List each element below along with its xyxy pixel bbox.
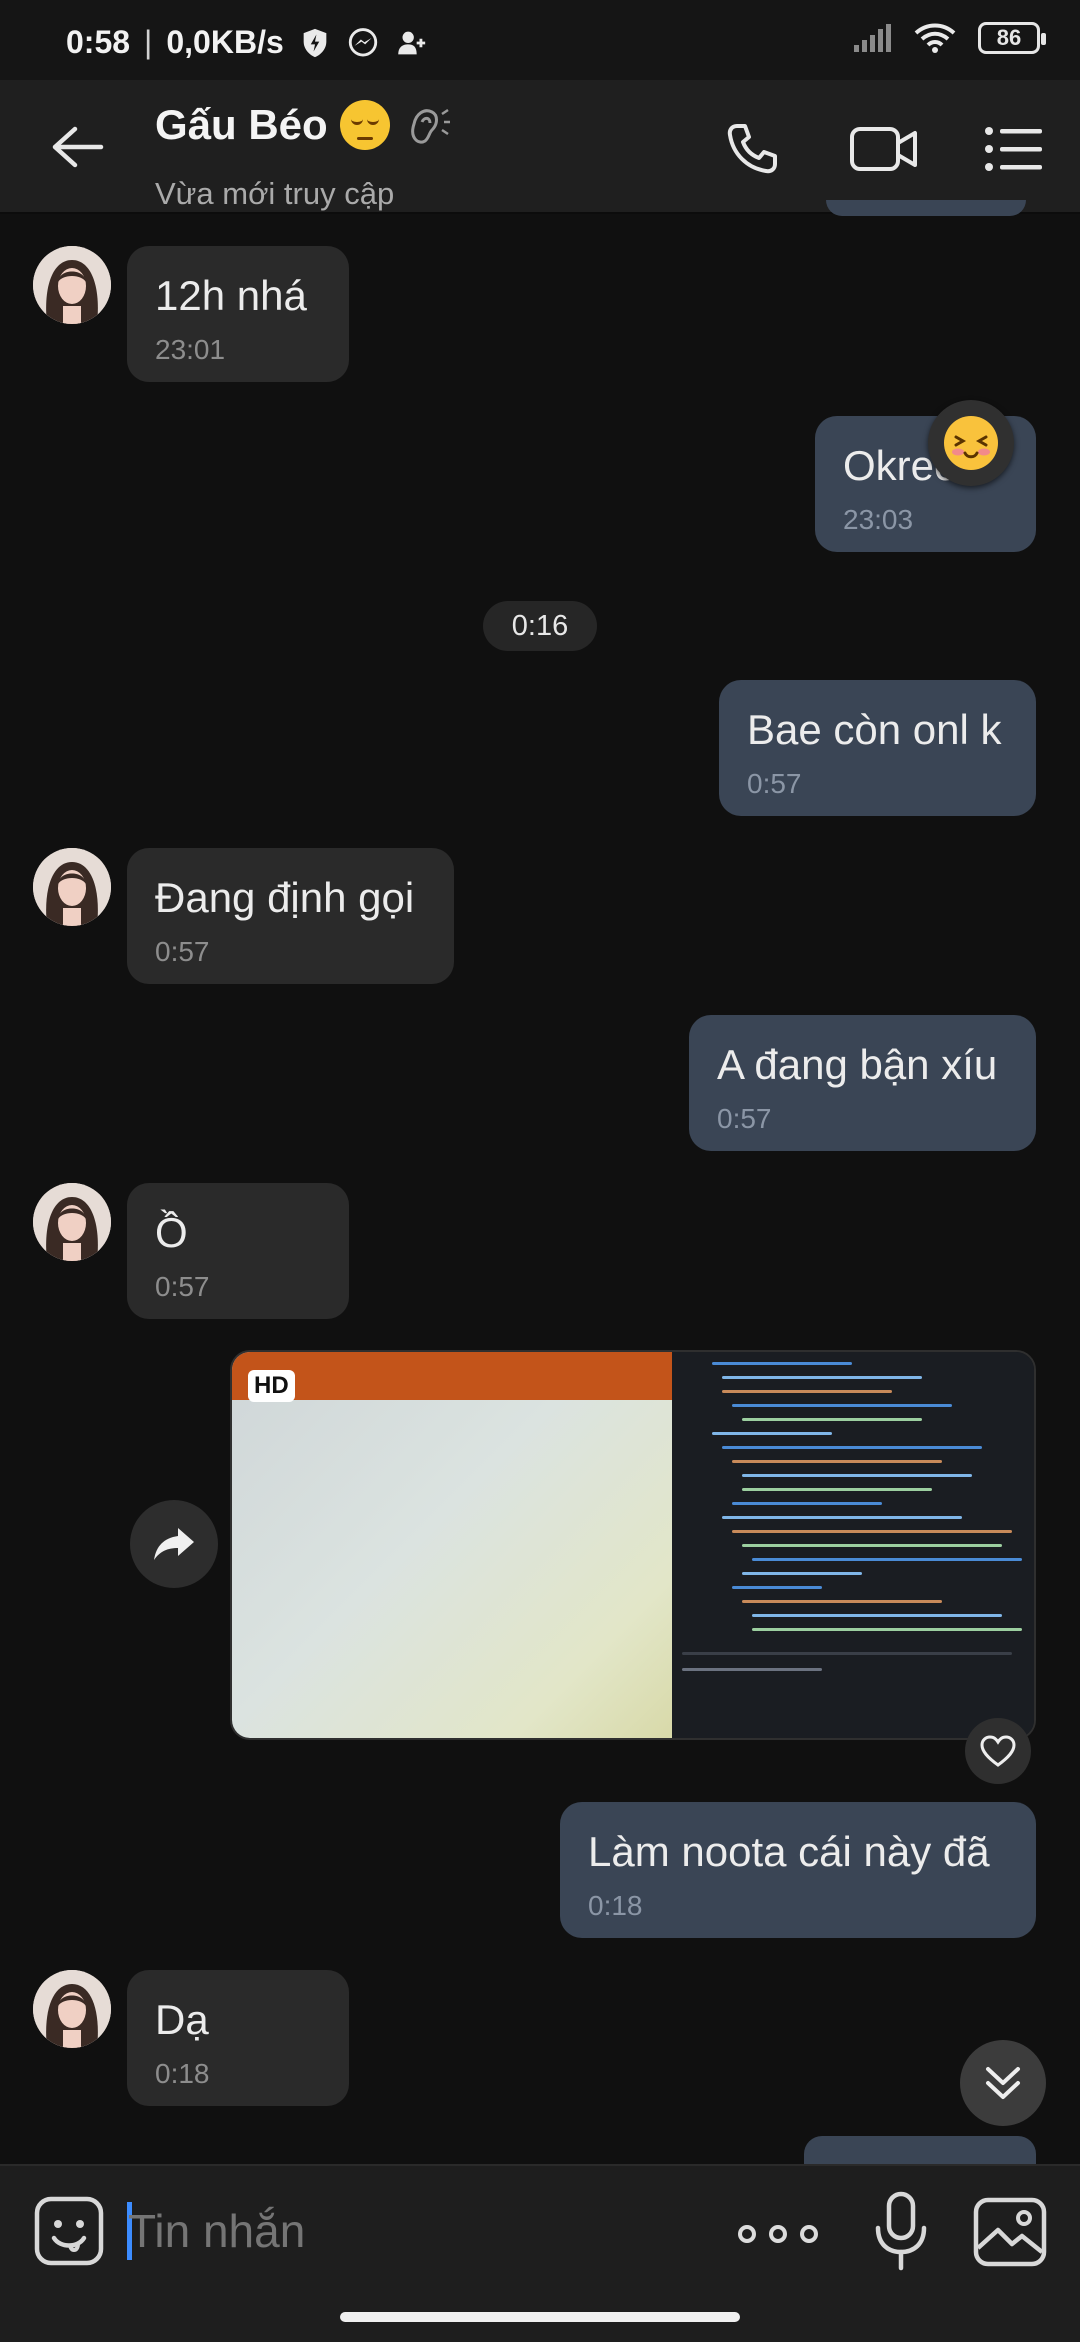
avatar[interactable] <box>33 848 111 926</box>
scroll-to-bottom-button[interactable] <box>960 2040 1046 2126</box>
photo-orange-bar <box>232 1352 672 1400</box>
chat-header: Gấu Béo Vừa mới truy cập <box>0 80 1080 214</box>
avatar-photo <box>33 1970 111 2048</box>
message-time: 23:01 <box>155 334 226 365</box>
message-bubble[interactable]: Dạ 0:18 <box>127 1970 349 2106</box>
message-text: Làm noota cái này đã <box>588 1828 990 1875</box>
back-arrow-icon <box>52 126 104 168</box>
forward-icon <box>154 1528 194 1560</box>
avatar[interactable] <box>33 246 111 324</box>
message-text: Dạ <box>155 1996 209 2043</box>
message-time: 0:57 <box>155 1271 210 1302</box>
more-options-button[interactable] <box>738 2204 818 2264</box>
message-time: 0:18 <box>155 2058 210 2089</box>
voice-call-button[interactable] <box>714 114 790 184</box>
message-bubble[interactable]: Đang định gọi 0:57 <box>127 848 454 984</box>
status-bar-left: 0:58 | 0,0KB/s <box>66 24 428 61</box>
message-bubble-partial <box>826 200 1026 216</box>
message-bubble[interactable]: Ồ 0:57 <box>127 1183 349 1319</box>
heart-icon <box>980 1735 1016 1767</box>
status-bar: 0:58 | 0,0KB/s 86 <box>0 0 1080 80</box>
message-time: 23:03 <box>843 504 914 535</box>
video-call-icon <box>850 127 917 171</box>
contact-name[interactable]: Gấu Béo <box>155 100 452 150</box>
message-time: 0:57 <box>155 936 210 967</box>
message-time: 0:57 <box>717 1103 772 1134</box>
message-bubble-partial <box>804 2136 1036 2164</box>
status-time: 0:58 <box>66 24 131 60</box>
forward-button[interactable] <box>130 1500 218 1588</box>
avatar[interactable] <box>33 1183 111 1261</box>
more-icon-dot <box>800 2225 818 2243</box>
message-text: Ồ <box>155 1209 188 1256</box>
phone-icon <box>727 124 777 174</box>
message-time: 0:57 <box>747 768 802 799</box>
battery-icon: 86 <box>978 22 1046 54</box>
avatar[interactable] <box>33 1970 111 2048</box>
like-button[interactable] <box>965 1718 1031 1784</box>
ear-icon <box>410 108 450 144</box>
message-text: Đang định gọi <box>155 874 415 921</box>
battery-level: 86 <box>996 25 1022 50</box>
avatar-photo <box>33 848 111 926</box>
more-icon-dot <box>769 2225 787 2243</box>
message-text: 12h nhá <box>155 272 307 319</box>
signal-icon <box>854 24 891 52</box>
status-bar-right: 86 <box>852 22 1046 54</box>
message-bubble[interactable]: Làm noota cái này đã 0:18 <box>560 1802 1036 1938</box>
image-attachment[interactable]: HD <box>230 1350 1036 1740</box>
photo-laptop-screen <box>232 1352 672 1738</box>
avatar-photo <box>33 1183 111 1261</box>
message-text: Bae còn onl k <box>747 706 1002 753</box>
gallery-icon <box>973 2197 1047 2267</box>
status-separator: | <box>144 24 153 60</box>
video-call-button[interactable] <box>846 114 922 184</box>
home-indicator[interactable] <box>340 2312 740 2322</box>
shield-icon <box>303 28 327 57</box>
user-add-icon <box>398 31 425 54</box>
message-bubble[interactable]: A đang bận xíu 0:57 <box>689 1015 1036 1151</box>
wifi-icon <box>914 23 956 53</box>
message-input[interactable] <box>128 2198 688 2264</box>
chat-menu-button[interactable] <box>976 114 1052 184</box>
blushing-emoji-icon <box>944 416 998 470</box>
back-button[interactable] <box>36 116 118 178</box>
hd-badge: HD <box>248 1370 295 1402</box>
messenger-icon <box>348 27 377 56</box>
avatar-photo <box>33 246 111 324</box>
contact-status: Vừa mới truy cập <box>155 176 395 211</box>
message-bubble[interactable]: 12h nhá 23:01 <box>127 246 349 382</box>
double-chevron-down-icon <box>986 2067 1020 2099</box>
message-time: 0:18 <box>588 1890 643 1921</box>
sticker-icon <box>34 2196 104 2266</box>
message-bubble[interactable]: Bae còn onl k 0:57 <box>719 680 1036 816</box>
microphone-icon <box>875 2191 927 2271</box>
message-text: A đang bận xíu <box>717 1041 998 1088</box>
sticker-button[interactable] <box>32 2194 106 2268</box>
relieved-face-emoji <box>339 100 390 150</box>
photo-code-editor <box>672 1352 1034 1738</box>
time-separator: 0:16 <box>483 601 597 651</box>
reaction-badge[interactable] <box>928 400 1014 486</box>
menu-icon <box>985 127 1042 171</box>
gallery-button[interactable] <box>972 2194 1048 2270</box>
contact-name-text: Gấu Béo <box>155 101 328 148</box>
network-speed: 0,0KB/s <box>166 24 284 60</box>
more-icon-dot <box>738 2225 756 2243</box>
voice-message-button[interactable] <box>866 2190 936 2274</box>
